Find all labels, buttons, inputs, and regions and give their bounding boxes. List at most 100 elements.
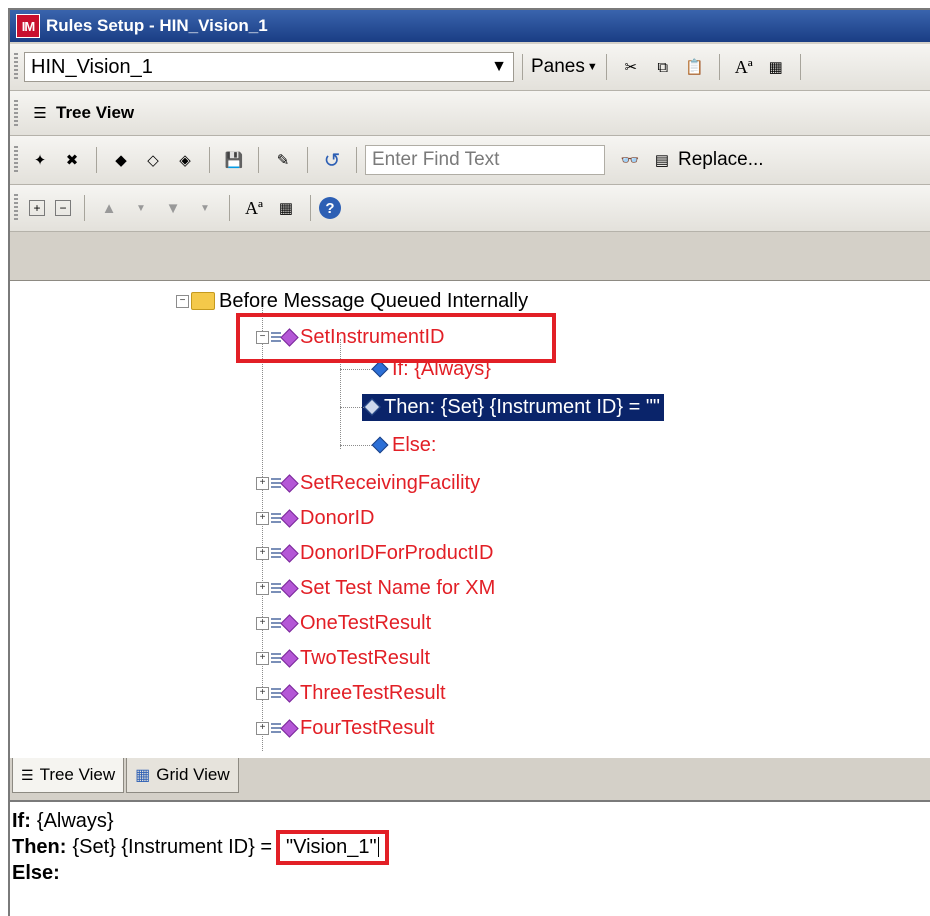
separator [229,195,230,221]
new-rule-icon[interactable]: ✦ [29,149,51,171]
tree-node-rule[interactable]: + OneTestResult [256,607,431,639]
if-value: {Always} [36,809,114,832]
tree-node-label: Else: [392,433,437,456]
tab-grid-view[interactable]: ▦ Grid View [126,758,239,793]
edit-action-icon[interactable]: ◈ [174,149,196,171]
paste-icon[interactable]: 📋 [684,56,706,78]
image-icon[interactable]: ▦ [275,197,297,219]
tree-view-label: Tree View [56,103,135,122]
separator [258,147,259,173]
tree-node-rule[interactable]: + DonorID [256,502,374,534]
expand-toggle-icon[interactable]: + [256,721,269,735]
help-icon[interactable]: ? [319,197,341,219]
tree-node-label: Set Test Name for XM [300,576,496,599]
else-keyword: Else: [12,861,60,884]
interface-combo[interactable]: HIN_Vision_1 ▼ [24,52,514,82]
tree-toolbar: + − ▲ ▼ ▼ ▼ Aª ▦ ? [10,185,930,232]
move-down-icon[interactable]: ▼ [162,197,184,219]
if-keyword: If: [12,809,31,832]
replace-options-icon[interactable]: ▤ [651,149,673,171]
dropdown-arrow-icon[interactable]: ▼ [491,58,507,76]
tab-label: Tree View [39,765,116,784]
replace-button[interactable]: Replace... [678,149,764,171]
toolbar-grip[interactable] [14,194,18,222]
expand-toggle-icon[interactable]: + [256,616,269,630]
expand-toggle-icon[interactable]: + [256,511,269,525]
tree-node-label: Then: {Set} {Instrument ID} = "" [384,395,661,418]
panes-dropdown-icon[interactable]: ▼ [587,61,598,73]
tree-node-label: OneTestResult [300,611,432,634]
separator [522,54,523,80]
edit-toolbar: ✦ ✖ ◆ ◇ ◈ 💾 ✎ ↺ Enter Find Text 👓 ▤ Repl… [10,136,930,185]
text-cursor [377,837,379,857]
tree-node-rule[interactable]: + FourTestResult [256,712,435,744]
move-up-dropdown-icon[interactable]: ▼ [130,197,152,219]
copy-icon[interactable]: ⧉ [652,56,674,78]
title-bar: IM Rules Setup - HIN_Vision_1 [10,10,930,42]
rules-setup-window: IM Rules Setup - HIN_Vision_1 HIN_Vision… [8,8,930,916]
find-text-input[interactable]: Enter Find Text [365,145,605,175]
refresh-icon[interactable]: ↺ [321,149,343,172]
remove-action-icon[interactable]: ◇ [142,149,164,171]
edit-icon[interactable]: ✎ [272,149,294,171]
font-icon[interactable]: Aª [733,56,755,78]
expand-toggle-icon[interactable]: + [256,476,269,490]
find-binoculars-icon[interactable]: 👓 [619,149,641,171]
expand-toggle-icon[interactable]: + [256,686,269,700]
rule-icon [271,648,299,668]
image-icon[interactable]: ▦ [765,56,787,78]
cut-icon[interactable]: ✂ [620,56,642,78]
move-down-dropdown-icon[interactable]: ▼ [194,197,216,219]
expand-toggle-icon[interactable]: + [256,581,269,595]
editor-line-else: Else: [12,860,930,886]
collapse-toggle-icon[interactable]: − [176,294,189,308]
expand-all-icon[interactable]: + [29,200,45,216]
font-icon[interactable]: Aª [243,197,265,219]
tree-connector [340,369,372,370]
panes-button[interactable]: Panes [531,56,585,78]
toolbar-grip[interactable] [14,99,18,127]
separator [356,147,357,173]
separator [84,195,85,221]
tab-label: Grid View [156,765,230,784]
expand-toggle-icon[interactable]: + [256,651,269,665]
tree-node-rule[interactable]: + TwoTestResult [256,642,430,674]
expand-toggle-icon[interactable]: + [256,546,269,560]
tree-node-else[interactable]: Else: [340,429,436,461]
tree-node-then[interactable]: Then: {Set} {Instrument ID} = "" [340,391,665,423]
selected-node[interactable]: Then: {Set} {Instrument ID} = "" [362,393,665,421]
rules-tree[interactable]: − Before Message Queued Internally − Set… [10,280,930,760]
tree-node-label: FourTestResult [300,716,435,739]
rule-icon [271,473,299,493]
then-keyword: Then: [12,835,67,858]
rule-icon [271,683,299,703]
then-value[interactable]: "Vision_1" [286,836,377,859]
rule-icon [271,543,299,563]
tree-node-rule[interactable]: + ThreeTestResult [256,677,446,709]
tree-node-rule[interactable]: + SetReceivingFacility [256,467,480,499]
condition-icon [371,360,389,378]
tree-node-label: Before Message Queued Internally [219,289,529,312]
separator [605,54,607,80]
rule-icon [271,613,299,633]
separator [799,54,801,80]
tree-node-rule[interactable]: + Set Test Name for XM [256,572,495,604]
tree-node-label: DonorID [300,506,375,529]
tree-view-icon: ☰ [33,105,47,122]
rule-editor[interactable]: If: {Always} Then: {Set} {Instrument ID}… [10,800,930,916]
delete-rule-icon[interactable]: ✖ [61,149,83,171]
toolbar-grip[interactable] [14,53,18,81]
tab-tree-view[interactable]: ☰ Tree View [12,758,125,793]
add-action-icon[interactable]: ◆ [110,149,132,171]
collapse-all-icon[interactable]: − [55,200,71,216]
editor-line-then: Then: {Set} {Instrument ID} = "Vision_1" [12,829,930,865]
rule-icon [271,578,299,598]
move-up-icon[interactable]: ▲ [98,197,120,219]
value-highlight[interactable]: "Vision_1" [276,829,389,865]
toolbar-grip[interactable] [14,145,18,175]
tree-view-icon: ☰ [21,766,34,783]
save-icon[interactable]: 💾 [223,149,245,171]
rule-icon [271,508,299,528]
tree-node-rule[interactable]: + DonorIDForProductID [256,537,493,569]
then-expression: {Set} {Instrument ID} = [72,835,273,858]
